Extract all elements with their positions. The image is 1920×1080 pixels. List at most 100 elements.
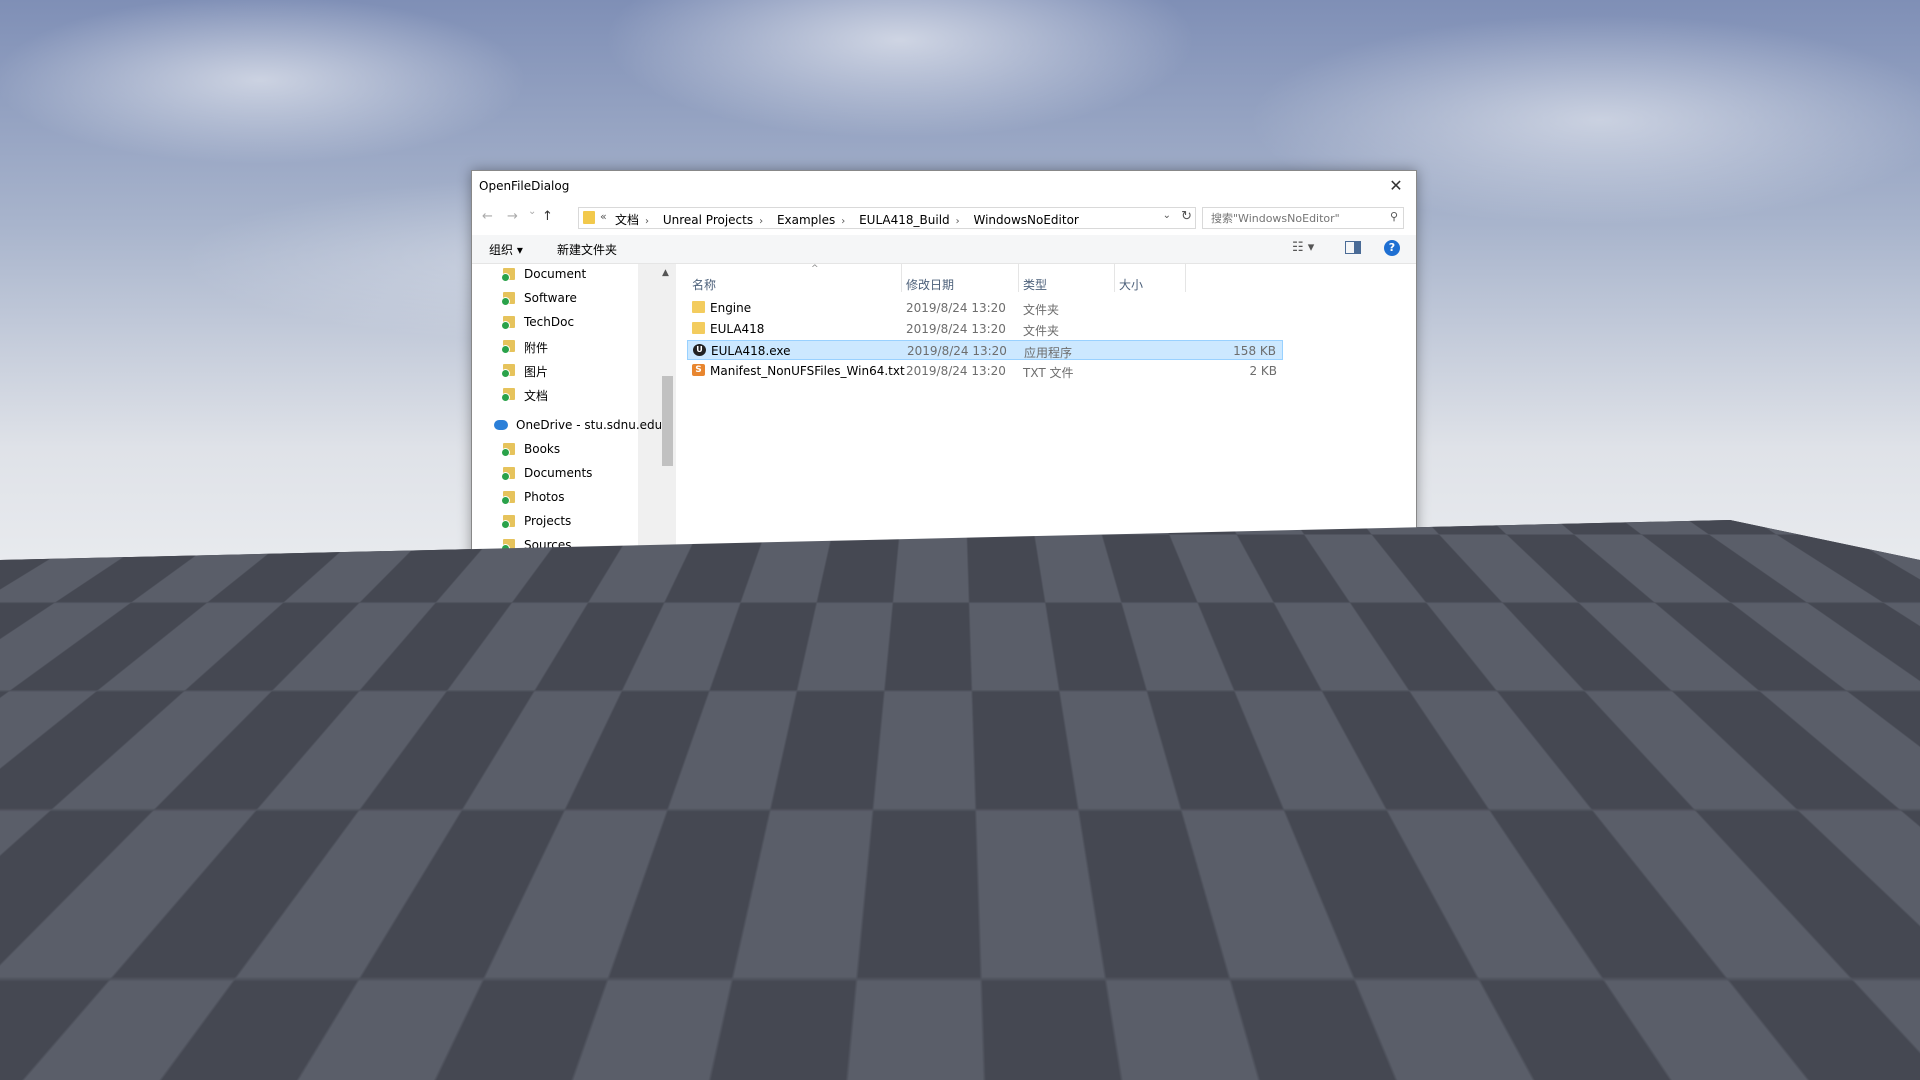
- file-row-eula418-exe[interactable]: U EULA418.exe 2019/8/24 13:20 应用程序 158 K…: [687, 340, 1283, 360]
- file-date: 2019/8/24 13:20: [906, 322, 1006, 336]
- search-box[interactable]: ⚲: [1202, 207, 1404, 229]
- breadcrumb-separator-icon[interactable]: ›: [759, 216, 763, 227]
- file-row-eula418-folder[interactable]: EULA418 2019/8/24 13:20 文件夹: [687, 319, 1283, 339]
- file-row-engine[interactable]: Engine 2019/8/24 13:20 文件夹: [687, 298, 1283, 318]
- new-folder-button[interactable]: 新建文件夹: [557, 241, 617, 258]
- synced-folder-icon: [501, 316, 515, 330]
- sidebar-item-sources[interactable]: Sources: [472, 535, 638, 557]
- file-name: Manifest_NonUFSFiles_Win64.txt: [710, 364, 905, 378]
- column-separator[interactable]: [1185, 264, 1186, 292]
- sidebar-item-docs[interactable]: 文档: [472, 384, 638, 406]
- sidebar-item-this-pc[interactable]: 此电脑: [472, 566, 638, 585]
- dialog-title: OpenFileDialog: [479, 179, 570, 193]
- file-name: EULA418.exe: [711, 344, 791, 358]
- sidebar-item-label: Document: [524, 267, 587, 281]
- cancel-button[interactable]: 取消: [1312, 666, 1396, 689]
- synced-folder-icon: [501, 340, 515, 354]
- search-input[interactable]: [1209, 210, 1383, 227]
- forward-button[interactable]: →: [507, 209, 518, 224]
- sidebar-item-label: TechDoc: [524, 315, 575, 329]
- breadcrumb: 文档 › Unreal Projects › Examples › EULA418_B…: [615, 211, 1085, 228]
- sidebar-item-software[interactable]: Software: [472, 288, 638, 310]
- folder-icon: [692, 322, 705, 334]
- folder-icon: [692, 301, 705, 313]
- column-header-type[interactable]: 类型: [1023, 276, 1047, 293]
- breadcrumb-separator-icon[interactable]: ›: [841, 216, 845, 227]
- file-date: 2019/8/24 13:20: [906, 301, 1006, 315]
- sidebar-item-label: 此电脑: [516, 571, 553, 585]
- column-header-name[interactable]: 名称: [692, 276, 716, 293]
- sidebar-item-document[interactable]: Document: [472, 264, 638, 286]
- column-separator[interactable]: [901, 264, 902, 292]
- column-header-date[interactable]: 修改日期: [906, 276, 954, 293]
- onedrive-cloud-icon: [494, 420, 508, 430]
- address-bar[interactable]: « 文档 › Unreal Projects › Examples › EULA418…: [578, 207, 1196, 229]
- preview-pane-icon[interactable]: [1345, 241, 1361, 254]
- sidebar-item-this-pc-documents[interactable]: 文档: [472, 587, 638, 609]
- sidebar-item-books[interactable]: Books: [472, 439, 638, 461]
- sidebar-item-projects[interactable]: Projects: [472, 511, 638, 533]
- column-header-size[interactable]: 大小: [1119, 276, 1143, 293]
- organize-button[interactable]: 组织 ▾: [489, 241, 523, 258]
- close-button[interactable]: ✕: [1376, 171, 1416, 201]
- recent-locations-button[interactable]: ⌄: [528, 206, 536, 217]
- chevron-down-icon[interactable]: ⌄: [1385, 638, 1393, 649]
- sidebar-item-documents[interactable]: Documents: [472, 463, 638, 485]
- file-name: EULA418: [710, 322, 765, 336]
- sidebar-item-label: 图片: [524, 365, 549, 379]
- help-icon[interactable]: ?: [1384, 240, 1400, 256]
- file-row-manifest-txt[interactable]: S Manifest_NonUFSFiles_Win64.txt 2019/8/…: [687, 361, 1283, 381]
- sidebar-item-onedrive[interactable]: OneDrive - stu.sdnu.edu.: [472, 415, 666, 437]
- scroll-thumb[interactable]: [662, 376, 673, 466]
- view-options-icon[interactable]: ☷ ▾: [1292, 240, 1314, 255]
- file-size: 2 KB: [1249, 364, 1277, 378]
- sidebar-item-attachments[interactable]: 附件: [472, 336, 638, 358]
- file-name: Engine: [710, 301, 752, 315]
- refresh-icon[interactable]: ↻: [1181, 209, 1192, 224]
- synced-folder-icon: [501, 491, 515, 505]
- scroll-down-icon[interactable]: ▼: [662, 572, 669, 582]
- file-type: 文件夹: [1023, 303, 1060, 317]
- sidebar-item-label: Software: [524, 291, 577, 305]
- search-icon[interactable]: ⚲: [1390, 210, 1398, 223]
- sidebar-item-label: Documents: [524, 466, 593, 480]
- navigation-scrollbar[interactable]: ▲ ▼: [661, 266, 674, 584]
- breadcrumb-overflow-icon[interactable]: «: [600, 210, 607, 223]
- sidebar-item-pictures[interactable]: 图片: [472, 360, 638, 382]
- address-dropdown-icon[interactable]: ⌄: [1163, 210, 1171, 221]
- up-button[interactable]: ↑: [542, 209, 553, 224]
- open-file-dialog: OpenFileDialog ✕ ← → ⌄ ↑ « 文档 › Unreal Pr…: [471, 170, 1417, 703]
- filename-input[interactable]: [669, 638, 1363, 655]
- synced-folder-icon: [501, 364, 515, 378]
- sort-ascending-icon: ^: [811, 264, 819, 274]
- file-type: TXT 文件: [1023, 366, 1074, 380]
- navigation-pane: Document Software TechDoc 附件 图片 文档 OneDr…: [472, 264, 666, 585]
- open-button[interactable]: 打开(O): [1212, 666, 1298, 691]
- sidebar-item-label: Projects: [524, 514, 572, 528]
- file-type: 文件夹: [1023, 324, 1060, 338]
- filename-combobox[interactable]: ⌄: [664, 634, 1400, 658]
- synced-folder-icon: [501, 539, 515, 553]
- sublime-text-icon: S: [692, 364, 705, 376]
- back-button[interactable]: ←: [482, 209, 493, 224]
- breadcrumb-item[interactable]: WindowsNoEditor: [973, 213, 1078, 227]
- title-bar: OpenFileDialog ✕: [472, 171, 1416, 201]
- column-separator[interactable]: [1114, 264, 1115, 292]
- breadcrumb-item[interactable]: Unreal Projects: [663, 213, 753, 227]
- breadcrumb-item[interactable]: 文档: [615, 213, 639, 227]
- breadcrumb-separator-icon[interactable]: ›: [645, 216, 649, 227]
- breadcrumb-separator-icon[interactable]: ›: [956, 216, 960, 227]
- breadcrumb-item[interactable]: Examples: [777, 213, 835, 227]
- unreal-app-icon: U: [693, 344, 706, 356]
- synced-folder-icon: [501, 268, 515, 282]
- file-type: 应用程序: [1024, 346, 1073, 360]
- filename-label: 文件名(N):: [602, 641, 661, 655]
- file-list: ^ 名称 修改日期 类型 大小 Engine 2019/8/24 13:20 文…: [676, 264, 1416, 584]
- file-date: 2019/8/24 13:20: [907, 344, 1007, 358]
- sidebar-item-photos[interactable]: Photos: [472, 487, 638, 509]
- scroll-up-icon[interactable]: ▲: [662, 268, 669, 278]
- column-separator[interactable]: [1018, 264, 1019, 292]
- breadcrumb-item[interactable]: EULA418_Build: [859, 213, 950, 227]
- file-date: 2019/8/24 13:20: [906, 364, 1006, 378]
- sidebar-item-techdoc[interactable]: TechDoc: [472, 312, 638, 334]
